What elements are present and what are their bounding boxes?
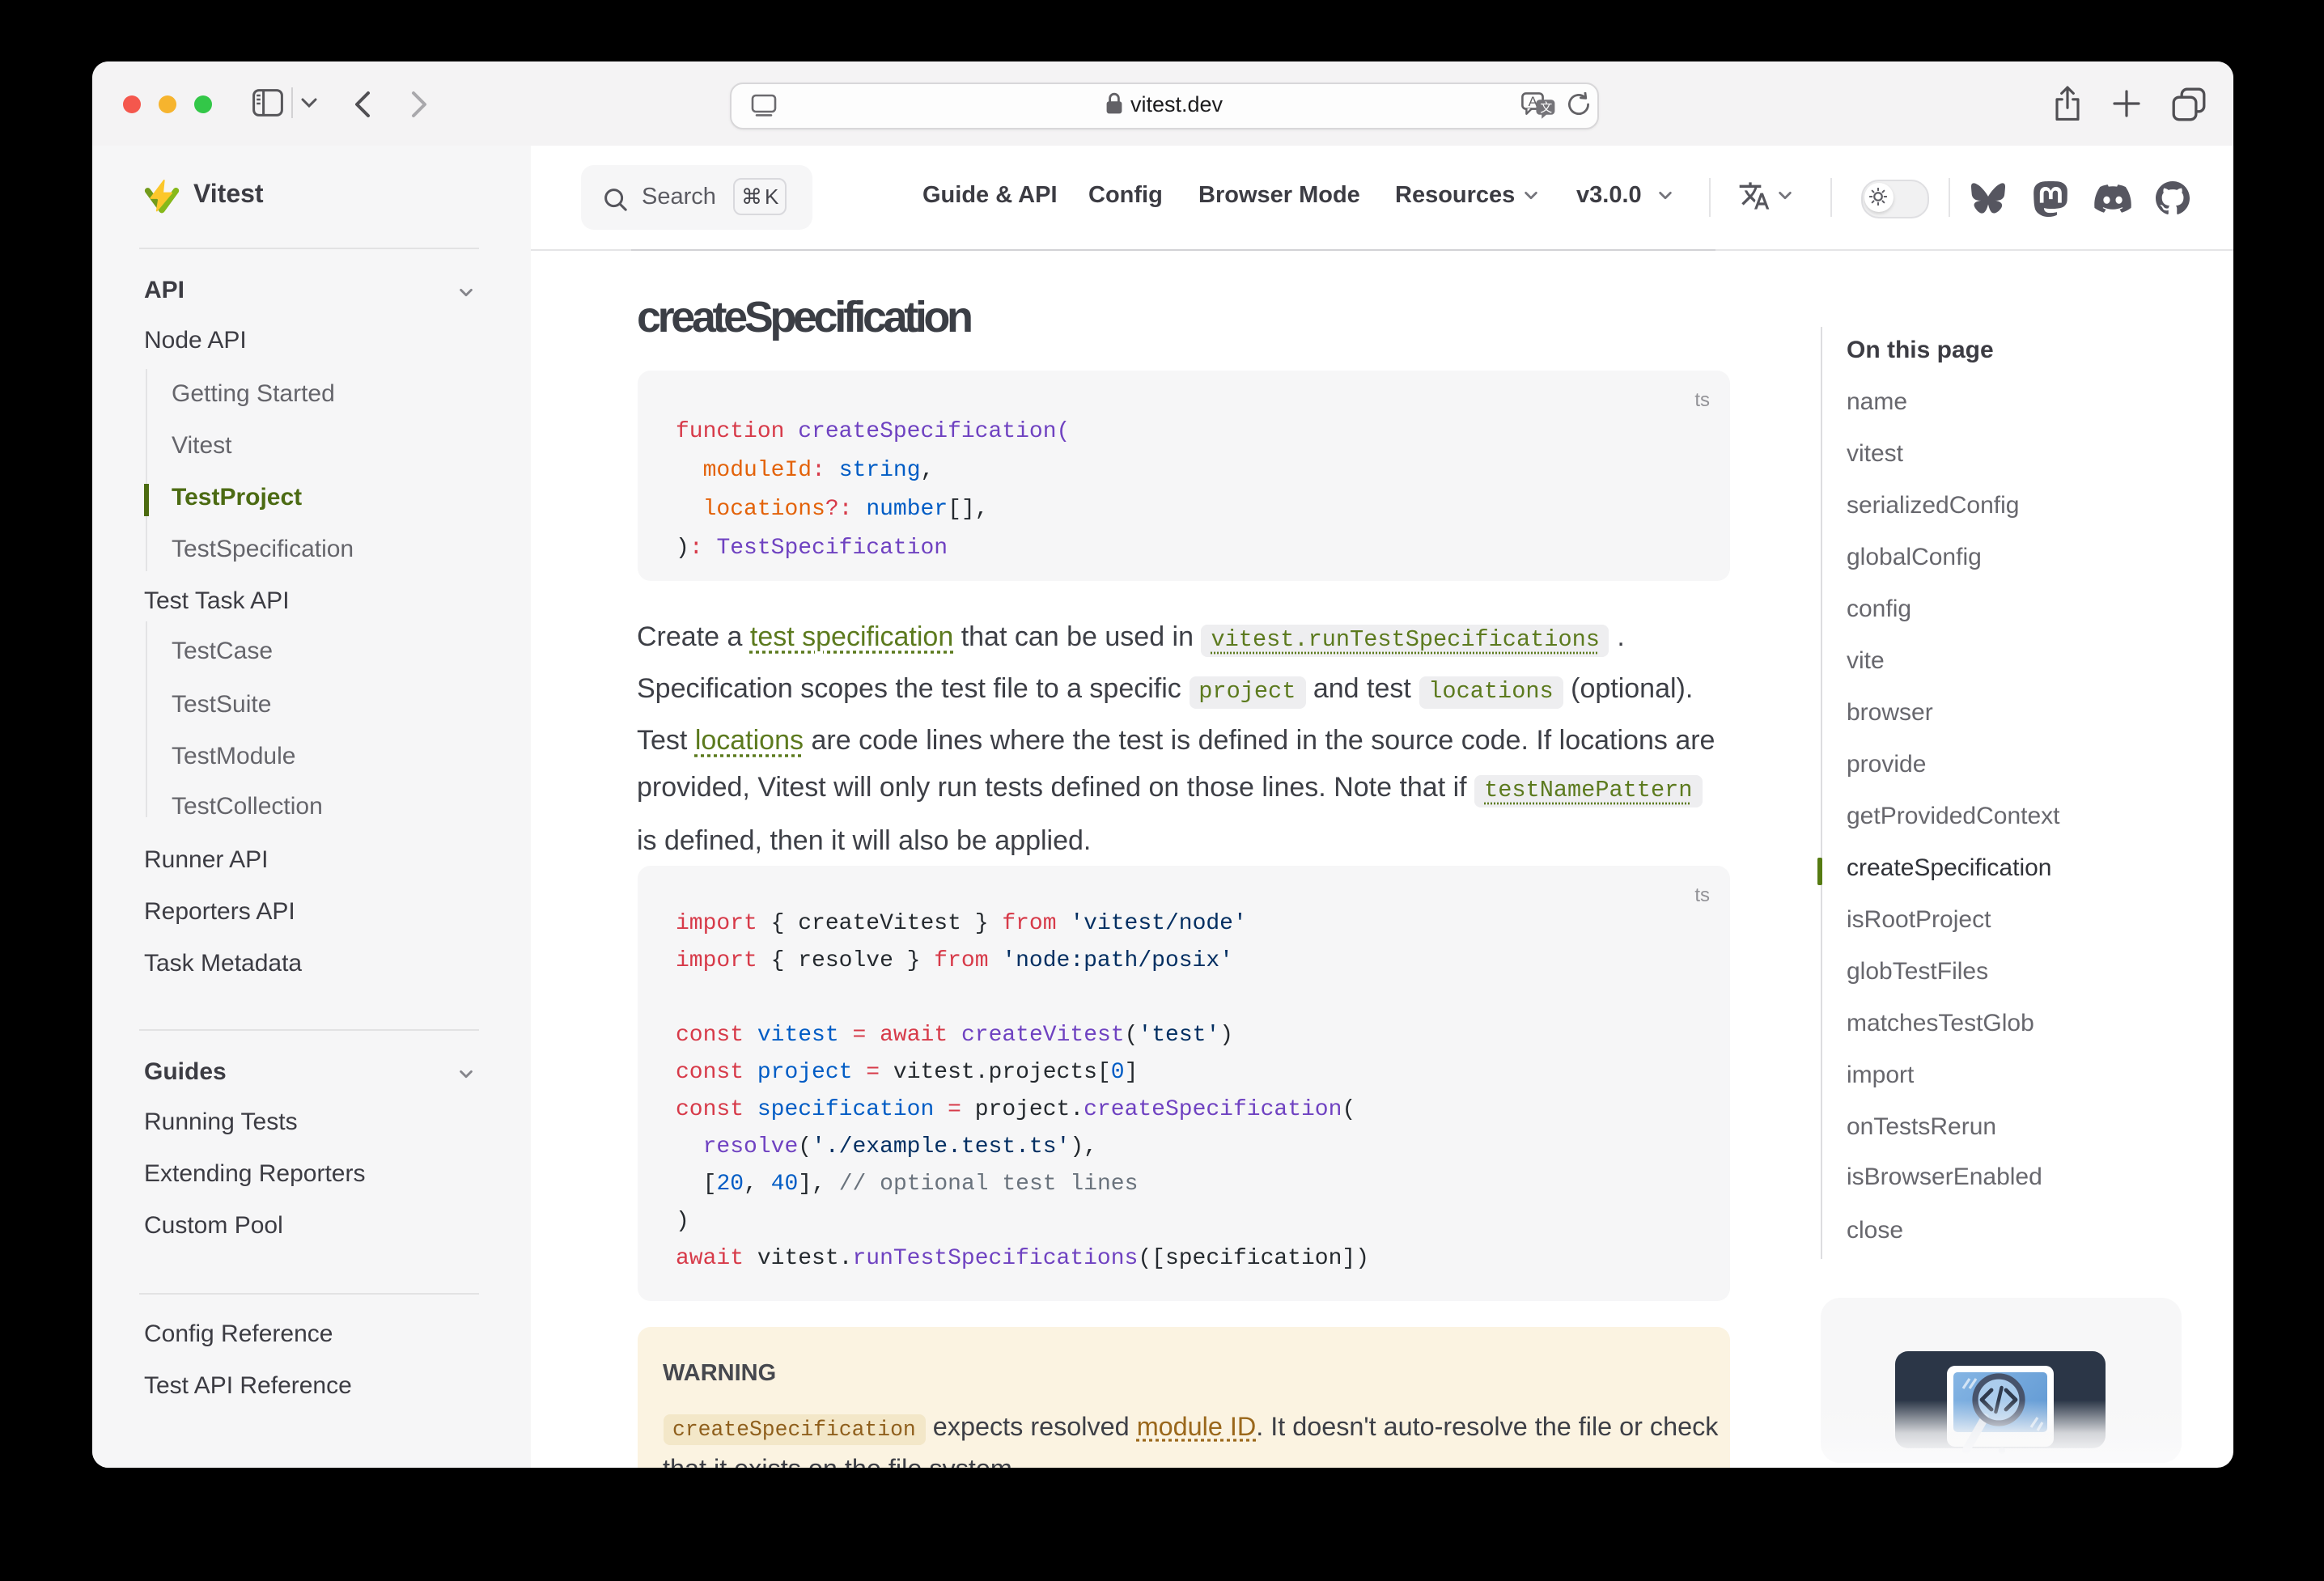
svg-text:文: 文 [1539,100,1551,114]
